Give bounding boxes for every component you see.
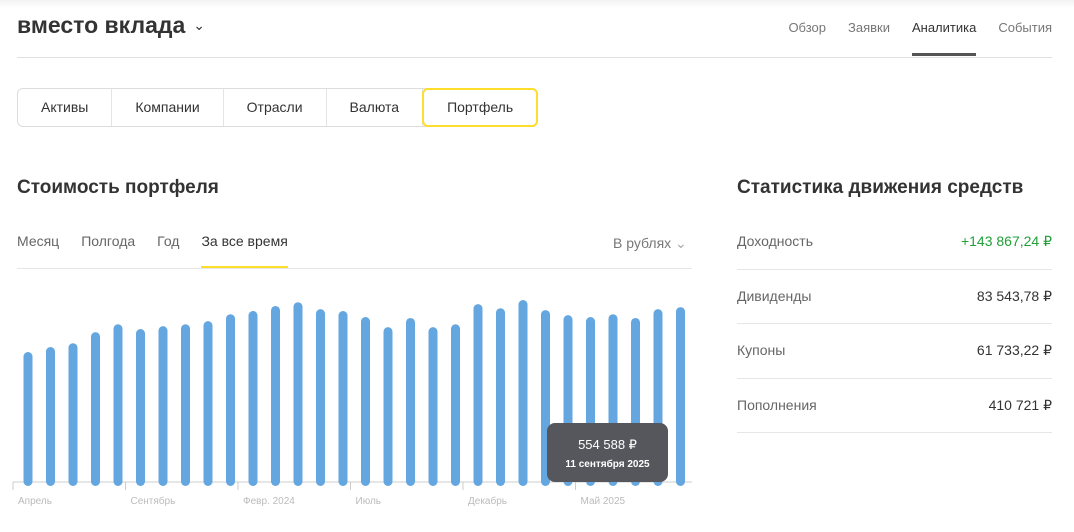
stats-list: Доходность +143 867,24 ₽ Дивиденды 83 543,…: [737, 215, 1052, 433]
top-nav: Обзор Заявки Аналитика События: [788, 20, 1052, 56]
x-tick-label: Апрель: [18, 496, 52, 507]
divider: [17, 268, 692, 269]
tooltip-value: 554 588 ₽: [578, 437, 637, 452]
x-tick-label: Май 2025: [581, 496, 626, 507]
stats-value: +143 867,24 ₽: [960, 233, 1052, 249]
chart-bar[interactable]: [383, 327, 393, 486]
period-half-year[interactable]: Полгода: [81, 233, 135, 268]
nav-analytics[interactable]: Аналитика: [911, 20, 977, 56]
chart-bar[interactable]: [23, 352, 33, 486]
portfolio-value-title: Стоимость портфеля: [17, 177, 219, 198]
analytics-tabs: Активы Компании Отрасли Валюта Портфель: [17, 88, 539, 127]
chart-bar[interactable]: [338, 311, 348, 486]
currency-select[interactable]: В рублях ⌄: [613, 235, 687, 252]
period-year[interactable]: Год: [157, 233, 179, 268]
chevron-down-icon: ⌄: [675, 235, 687, 251]
chart-bar[interactable]: [46, 346, 55, 486]
x-tick-label: Июль: [356, 496, 382, 507]
chart-bar[interactable]: [316, 309, 325, 486]
chart-bar[interactable]: [676, 307, 685, 486]
portfolio-selector[interactable]: вместо вклада ⌄: [17, 12, 205, 39]
stats-row-coupons: Купоны 61 733,22 ₽: [737, 324, 1052, 379]
portfolio-name: вместо вклада: [17, 12, 186, 38]
chart-bar[interactable]: [428, 327, 438, 486]
stats-label: Пополнения: [737, 396, 817, 413]
x-tick-label: Декабрь: [468, 495, 507, 507]
period-all-time[interactable]: За все время: [201, 233, 288, 268]
chart-bar[interactable]: [518, 300, 528, 486]
tab-portfolio[interactable]: Портфель: [422, 88, 539, 127]
chart-bar[interactable]: [113, 324, 123, 486]
chart-bar[interactable]: [226, 314, 235, 486]
chart-bar[interactable]: [68, 343, 78, 486]
x-tick-label: Сентябрь: [131, 495, 176, 507]
stats-label: Дивиденды: [737, 287, 812, 304]
currency-select-label: В рублях: [613, 235, 672, 251]
chart-bar[interactable]: [496, 308, 505, 486]
chart-bar[interactable]: [136, 329, 145, 486]
chart-bar[interactable]: [91, 332, 100, 486]
nav-overview[interactable]: Обзор: [788, 20, 826, 56]
tab-companies[interactable]: Компании: [112, 89, 224, 126]
stats-row-dividends: Дивиденды 83 543,78 ₽: [737, 270, 1052, 324]
period-tabs: Месяц Полгода Год За все время: [17, 233, 288, 268]
tooltip-date: 11 сентября 2025: [565, 459, 650, 470]
top-shadow: [0, 0, 1074, 8]
chart-bar[interactable]: [406, 317, 415, 486]
stats-label: Купоны: [737, 342, 786, 358]
stats-value: 61 733,22 ₽: [976, 342, 1052, 358]
stats-row-deposits: Пополнения 410 721 ₽: [737, 379, 1052, 433]
chart-bar[interactable]: [248, 311, 258, 486]
nav-requests[interactable]: Заявки: [848, 20, 890, 56]
portfolio-chart: Апрель Сентябрь Февр. 2024 Июль Декабрь Май 2…: [12, 300, 692, 507]
chart-bar[interactable]: [271, 305, 280, 486]
tab-assets[interactable]: Активы: [18, 89, 113, 126]
chart-bar[interactable]: [361, 317, 370, 486]
chart-bar[interactable]: [158, 326, 168, 486]
tab-currency[interactable]: Валюта: [327, 89, 424, 126]
chevron-down-icon: ⌄: [193, 17, 205, 33]
chart-bar[interactable]: [293, 302, 303, 486]
stats-row-yield: Доходность +143 867,24 ₽: [737, 215, 1052, 270]
stats-value: 410 721 ₽: [988, 396, 1052, 413]
chart-bar[interactable]: [451, 324, 460, 486]
tab-industries[interactable]: Отрасли: [224, 89, 327, 126]
chart-bar[interactable]: [473, 304, 483, 486]
stats-title: Статистика движения средств: [737, 177, 1024, 198]
chart-bar[interactable]: [203, 321, 213, 486]
stats-label: Доходность: [737, 233, 813, 249]
chart-tooltip: 554 588 ₽ 11 сентября 2025: [547, 423, 668, 482]
x-tick-label: Февр. 2024: [243, 496, 295, 507]
divider: [17, 57, 1052, 58]
period-month[interactable]: Месяц: [17, 233, 59, 268]
stats-value: 83 543,78 ₽: [976, 287, 1052, 304]
chart-bar[interactable]: [181, 324, 190, 486]
nav-events[interactable]: События: [998, 20, 1052, 56]
